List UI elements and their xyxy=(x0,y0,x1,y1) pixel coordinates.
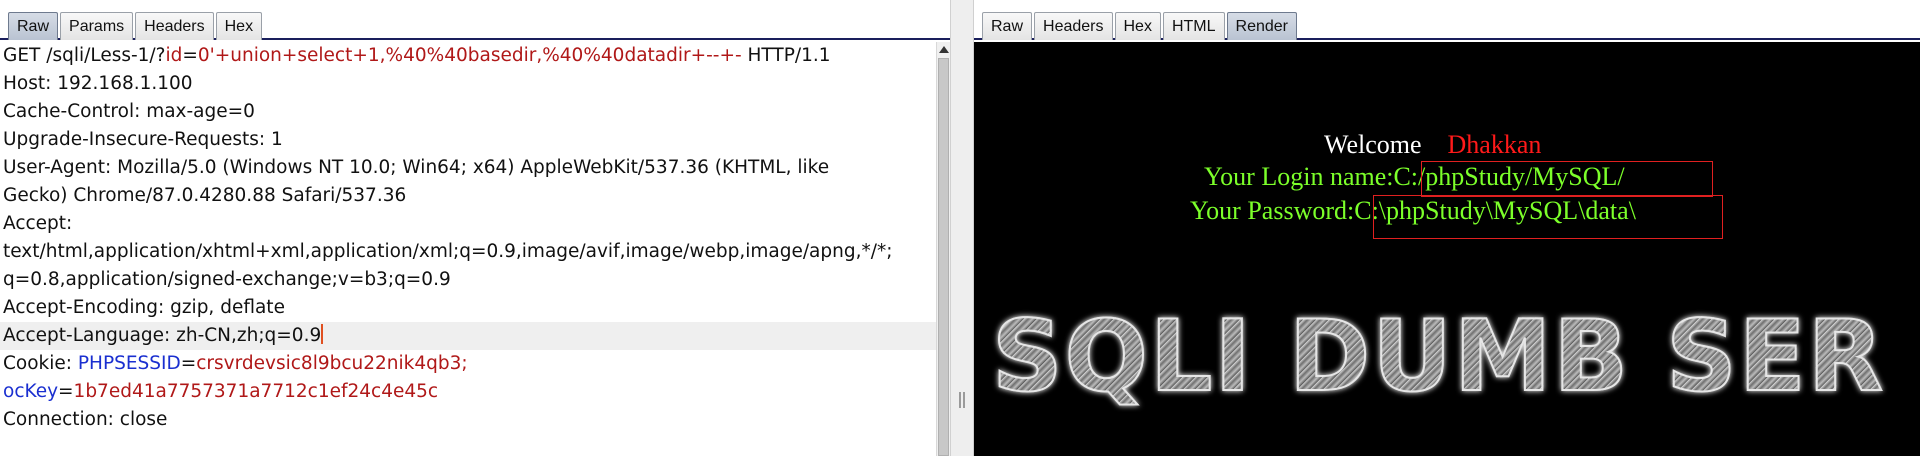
cookie-name-phpsessid: PHPSESSID xyxy=(77,353,181,374)
tab-raw[interactable]: Raw xyxy=(8,12,59,40)
tab-raw-response[interactable]: Raw xyxy=(982,12,1033,40)
scroll-up-arrow-icon[interactable] xyxy=(939,46,949,53)
request-line-get[interactable]: GET /sqli/Less-1/?id=0'+union+select+1,%… xyxy=(0,42,936,70)
welcome-line: Welcome Dhakkan xyxy=(1324,130,1541,160)
highlight-box-login xyxy=(1421,161,1713,197)
cookie-name-ockey: ocKey xyxy=(3,381,59,402)
header-host[interactable]: Host: 192.168.1.100 xyxy=(0,70,936,98)
text-caret xyxy=(321,324,324,344)
header-upgrade-insecure[interactable]: Upgrade-Insecure-Requests: 1 xyxy=(0,126,936,154)
tab-params[interactable]: Params xyxy=(60,12,134,40)
response-pane: Raw Headers Hex HTML Render Welcome Dhakk… xyxy=(974,0,1920,456)
request-pane: Raw Params Headers Hex GET /sqli/Less-1/… xyxy=(0,0,950,456)
cookie-prefix: Cookie: xyxy=(3,353,78,374)
render-view: Welcome Dhakkan Your Login name:C:/phpStu… xyxy=(974,42,1920,456)
header-user-agent-cont[interactable]: Gecko) Chrome/87.0.4280.88 Safari/537.36 xyxy=(0,182,936,210)
header-cookie-cont[interactable]: ocKey=1b7ed41a7757371a7712c1ef24c4e45c xyxy=(0,378,936,406)
sqli-banner-logo: SQLI DUMB SER xyxy=(991,299,1886,415)
accept-language-text: Accept-Language: zh-CN,zh;q=0.9 xyxy=(3,325,322,346)
cookie-eq: = xyxy=(180,353,197,374)
header-cookie[interactable]: Cookie: PHPSESSID=crsvrdevsic8l9bcu22nik… xyxy=(0,350,936,378)
welcome-text: Welcome xyxy=(1324,130,1422,159)
header-cache-control[interactable]: Cache-Control: max-age=0 xyxy=(0,98,936,126)
tab-hex[interactable]: Hex xyxy=(215,12,263,40)
param-value-id: 0'+union+select+1,%40%40basedir,%40%40da… xyxy=(197,45,742,66)
header-accept-value-cont[interactable]: q=0.8,application/signed-exchange;v=b3;q… xyxy=(0,266,936,294)
response-tabbar: Raw Headers Hex HTML Render xyxy=(982,10,1299,40)
header-accept[interactable]: Accept: xyxy=(0,210,936,238)
header-connection[interactable]: Connection: close xyxy=(0,406,936,434)
param-eq: = xyxy=(182,45,198,66)
tab-html-response[interactable]: HTML xyxy=(1162,12,1225,40)
login-label: Your Login name: xyxy=(1204,162,1394,191)
highlight-box-password xyxy=(1373,195,1723,239)
cookie-eq-2: = xyxy=(58,381,74,402)
tab-render-response[interactable]: Render xyxy=(1226,12,1297,40)
cookie-value-phpsessid: crsvrdevsic8l9bcu22nik4qb3; xyxy=(196,353,468,374)
http-version: HTTP/1.1 xyxy=(741,45,831,66)
pane-splitter[interactable] xyxy=(950,0,974,456)
tab-headers[interactable]: Headers xyxy=(135,12,214,40)
splitter-grip-icon[interactable] xyxy=(959,392,965,408)
cookie-value-ockey: 1b7ed41a7757371a7712c1ef24c4e45c xyxy=(73,381,439,402)
password-label: Your Password: xyxy=(1190,196,1355,225)
user-name: Dhakkan xyxy=(1447,130,1542,159)
header-accept-value[interactable]: text/html,application/xhtml+xml,applicat… xyxy=(0,238,936,266)
request-method-path: GET /sqli/Less-1/? xyxy=(3,45,166,66)
param-name-id: id xyxy=(165,45,183,66)
scrollbar-thumb[interactable] xyxy=(938,58,949,456)
tab-headers-response[interactable]: Headers xyxy=(1034,12,1113,40)
request-editor[interactable]: GET /sqli/Less-1/?id=0'+union+select+1,%… xyxy=(0,42,936,456)
request-scrollbar[interactable] xyxy=(936,42,950,456)
header-user-agent[interactable]: User-Agent: Mozilla/5.0 (Windows NT 10.0… xyxy=(0,154,936,182)
request-tabbar: Raw Params Headers Hex xyxy=(8,10,264,40)
tab-hex-response[interactable]: Hex xyxy=(1114,12,1161,40)
header-accept-encoding[interactable]: Accept-Encoding: gzip, deflate xyxy=(0,294,936,322)
header-accept-language[interactable]: Accept-Language: zh-CN,zh;q=0.9 xyxy=(0,322,936,350)
